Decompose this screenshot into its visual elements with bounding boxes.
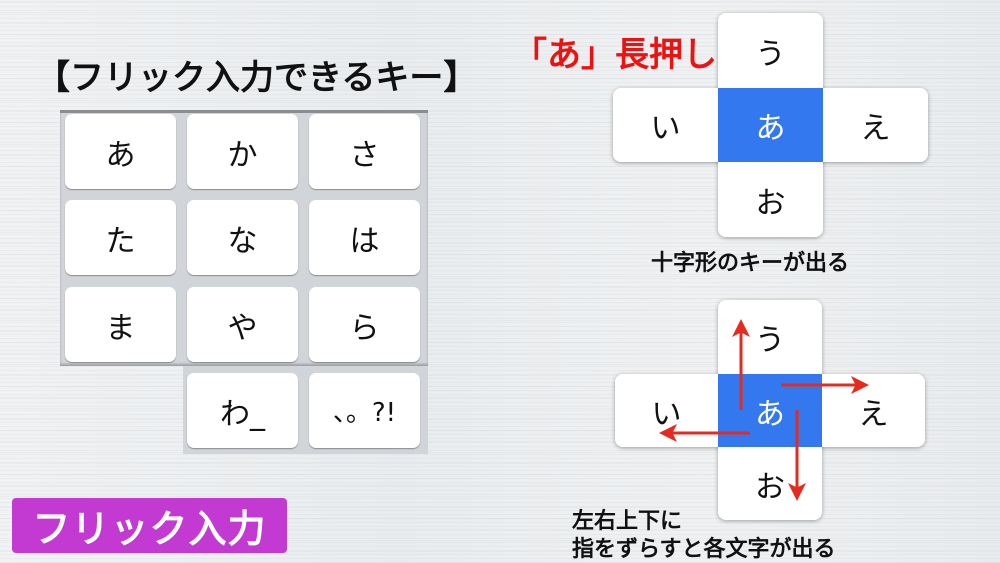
flick-arrows (659, 319, 869, 501)
cross-bottom-caption-line2: 指をずらすと各文字が出る (572, 537, 836, 562)
